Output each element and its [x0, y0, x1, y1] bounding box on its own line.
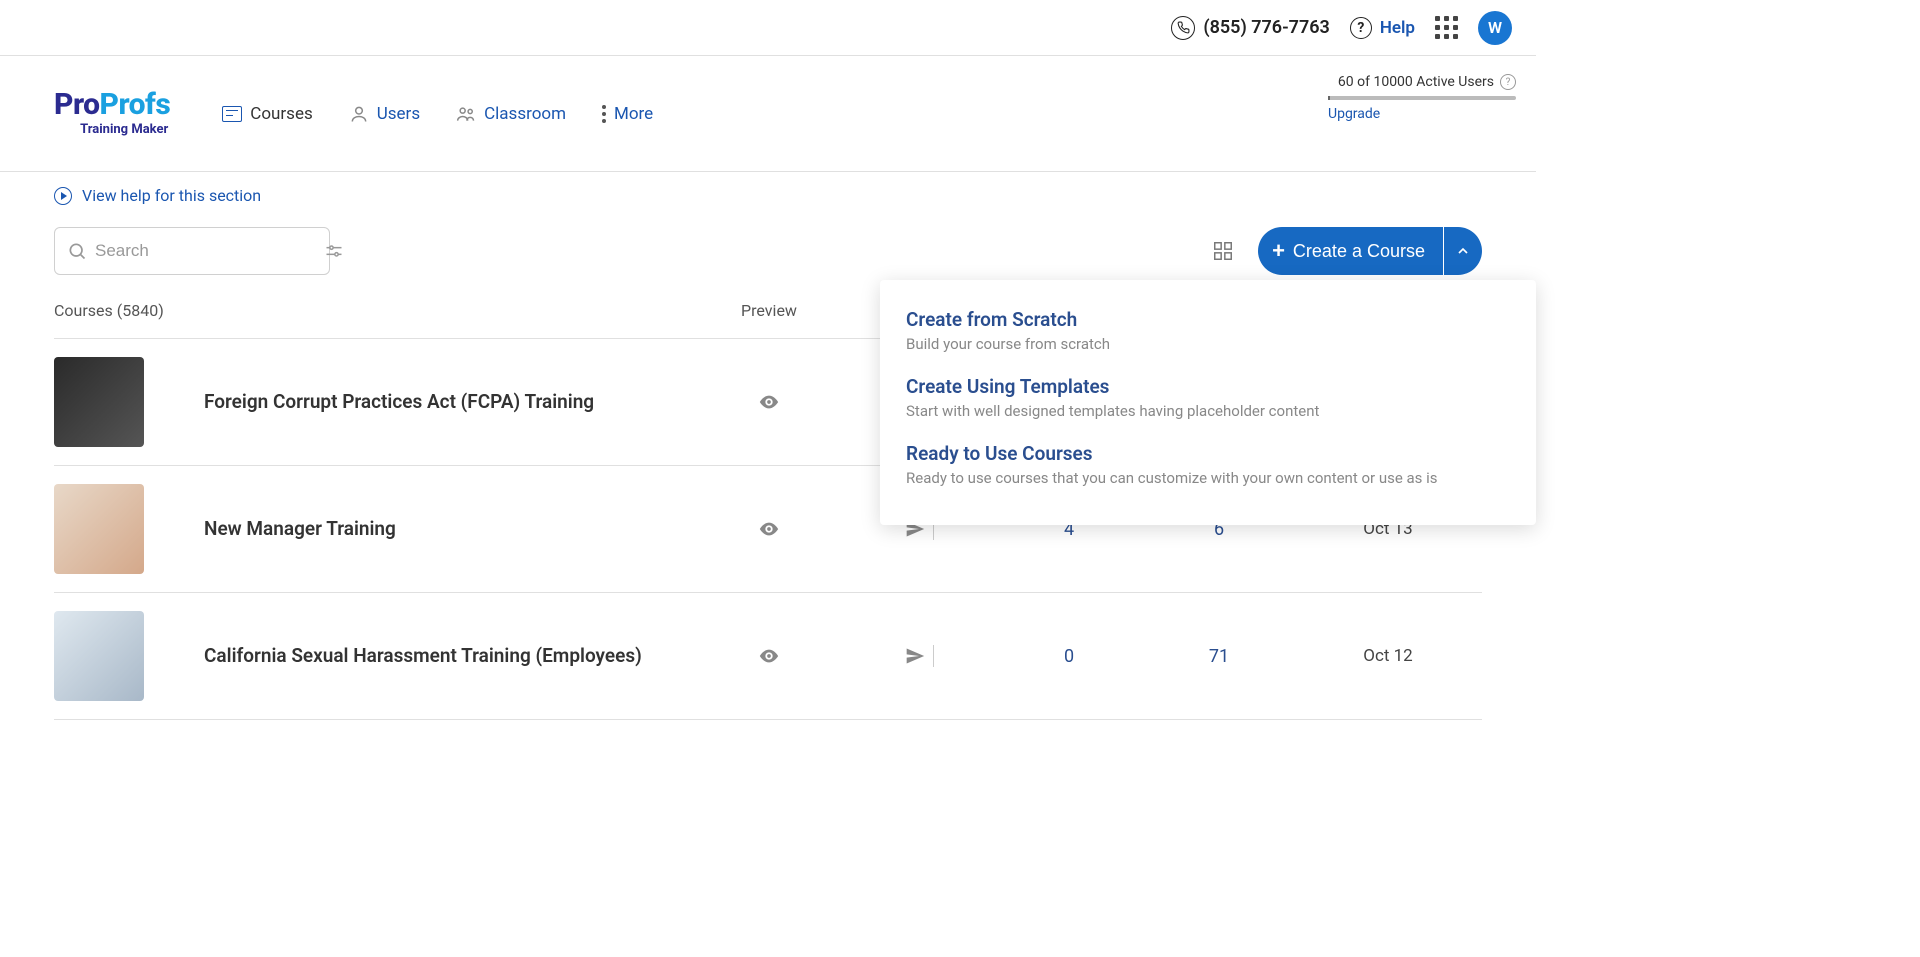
filter-icon[interactable] [324, 241, 344, 261]
search-icon [67, 241, 87, 261]
top-bar: (855) 776-7763 ? Help W [0, 0, 1536, 56]
logo-part1: Pro [54, 87, 100, 122]
user-avatar[interactable]: W [1478, 11, 1512, 45]
section-help-link[interactable]: View help for this section [54, 186, 1482, 205]
logo-part2: Profs [100, 87, 171, 122]
nav-row: ProProfs Training Maker Courses Users Cl… [0, 56, 1536, 172]
help-icon: ? [1350, 17, 1372, 39]
preview-button[interactable] [694, 391, 844, 413]
grid-view-icon[interactable] [1212, 240, 1234, 262]
preview-button[interactable] [694, 645, 844, 667]
user-icon [349, 104, 369, 124]
dd-desc: Ready to use courses that you can custom… [906, 469, 1510, 487]
dd-title: Create Using Templates [906, 375, 1510, 398]
help-link[interactable]: ? Help [1350, 17, 1415, 39]
row-date: Oct 12 [1294, 646, 1482, 666]
create-course-label: Create a Course [1293, 241, 1425, 262]
create-course-button[interactable]: + Create a Course [1258, 227, 1443, 275]
phone-section[interactable]: (855) 776-7763 [1171, 16, 1329, 40]
usage-bar [1328, 96, 1516, 100]
create-button-group: + Create a Course [1258, 227, 1482, 275]
play-icon [54, 187, 72, 205]
content-area: View help for this section + Create a Co… [0, 172, 1536, 720]
stat-a[interactable]: 0 [994, 646, 1144, 667]
stat-b[interactable]: 71 [1144, 646, 1294, 667]
brand-logo[interactable]: ProProfs Training Maker [54, 90, 170, 137]
classroom-icon [456, 104, 476, 124]
help-label: Help [1380, 18, 1415, 38]
course-title: California Sexual Harassment Training (E… [204, 642, 694, 671]
course-row[interactable]: California Sexual Harassment Training (E… [54, 593, 1482, 720]
nav-items: Courses Users Classroom More [222, 104, 653, 124]
nav-courses[interactable]: Courses [222, 104, 312, 124]
toolbar: + Create a Course [54, 227, 1482, 275]
upgrade-link[interactable]: Upgrade [1328, 106, 1380, 122]
nav-classroom[interactable]: Classroom [456, 104, 566, 124]
right-tools: + Create a Course [1212, 227, 1482, 275]
paper-plane-icon [905, 646, 925, 666]
divider [933, 645, 934, 667]
phone-icon [1171, 16, 1195, 40]
send-button[interactable] [844, 645, 994, 667]
create-course-caret[interactable] [1444, 227, 1482, 275]
nav-classroom-label: Classroom [484, 104, 566, 124]
nav-users-label: Users [377, 104, 420, 124]
phone-number: (855) 776-7763 [1203, 17, 1329, 38]
course-thumbnail [54, 484, 144, 574]
usage-help-icon[interactable]: ? [1500, 74, 1516, 90]
dd-desc: Start with well designed templates havin… [906, 402, 1510, 420]
section-help-text: View help for this section [82, 186, 261, 205]
dd-title: Create from Scratch [906, 308, 1510, 331]
preview-button[interactable] [694, 518, 844, 540]
nav-more[interactable]: More [602, 104, 653, 124]
nav-users[interactable]: Users [349, 104, 420, 124]
usage-text: 60 of 10000 Active Users [1338, 74, 1494, 90]
preview-header: Preview [694, 301, 844, 320]
nav-courses-label: Courses [250, 104, 312, 124]
dd-create-scratch[interactable]: Create from Scratch Build your course fr… [906, 300, 1510, 367]
search-input[interactable] [87, 241, 324, 261]
courses-icon [222, 104, 242, 124]
usage-panel: 60 of 10000 Active Users ? Upgrade [1328, 74, 1516, 122]
course-title: New Manager Training [204, 515, 694, 544]
plus-icon: + [1272, 240, 1285, 262]
apps-grid-icon[interactable] [1435, 16, 1458, 39]
courses-count: Courses (5840) [54, 301, 694, 320]
dd-create-templates[interactable]: Create Using Templates Start with well d… [906, 367, 1510, 434]
chevron-up-icon [1455, 243, 1471, 259]
course-title: Foreign Corrupt Practices Act (FCPA) Tra… [204, 388, 694, 417]
nav-more-label: More [614, 104, 653, 124]
create-dropdown: Create from Scratch Build your course fr… [880, 280, 1536, 525]
course-thumbnail [54, 357, 144, 447]
dd-title: Ready to Use Courses [906, 442, 1510, 465]
dd-ready-courses[interactable]: Ready to Use Courses Ready to use course… [906, 434, 1510, 501]
more-dots-icon [602, 105, 606, 123]
course-thumbnail [54, 611, 144, 701]
logo-subtitle: Training Maker [80, 122, 170, 137]
dd-desc: Build your course from scratch [906, 335, 1510, 353]
search-box[interactable] [54, 227, 330, 275]
